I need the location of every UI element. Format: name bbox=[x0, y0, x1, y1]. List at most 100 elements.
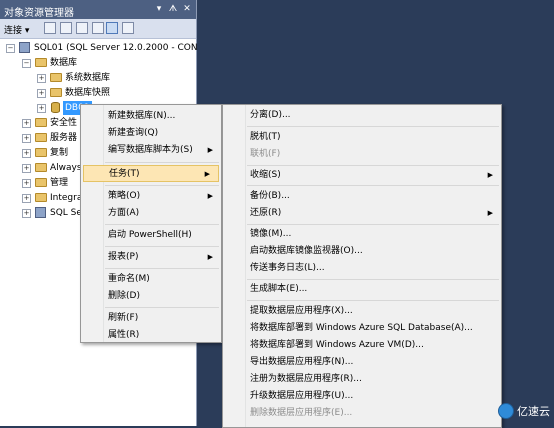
menu-separator bbox=[105, 307, 219, 308]
expand-icon[interactable]: + bbox=[22, 149, 31, 158]
filter-icon[interactable] bbox=[92, 22, 104, 34]
connect-button[interactable]: 连接 ▾ bbox=[4, 23, 29, 36]
menu-item-label: 备份(B)... bbox=[250, 191, 290, 201]
tree-node-label: 服务器 bbox=[50, 133, 78, 143]
menu-item-label: 报表(P) bbox=[108, 252, 139, 262]
menu-item-label: 注册为数据层应用程序(R)... bbox=[250, 374, 362, 384]
menu-item-bring-online[interactable]: 联机(F) bbox=[223, 146, 501, 163]
menu-item-policies[interactable]: 策略(O) ▶ bbox=[81, 188, 221, 205]
database-context-menu: 新建数据库(N)... 新建查询(Q) 编写数据库脚本为(S) ▶ 任务(T) … bbox=[80, 104, 222, 343]
menu-item-label: 属性(R) bbox=[108, 330, 140, 340]
pin-icon[interactable]: ᗑ bbox=[168, 3, 178, 15]
menu-separator bbox=[247, 165, 499, 166]
menu-item-shrink[interactable]: 收缩(S) ▶ bbox=[223, 167, 501, 184]
menu-item-detach[interactable]: 分离(D)... bbox=[223, 107, 501, 124]
expand-icon[interactable]: + bbox=[22, 179, 31, 188]
yisu-logo-icon bbox=[498, 403, 514, 419]
collapse-icon[interactable]: − bbox=[6, 44, 15, 53]
menu-item-rename[interactable]: 重命名(M) bbox=[81, 271, 221, 288]
object-explorer-title: 对象资源管理器 bbox=[4, 8, 74, 19]
menu-item-label: 任务(T) bbox=[109, 169, 140, 179]
menu-item-new-query[interactable]: 新建查询(Q) bbox=[81, 125, 221, 142]
menu-item-label: 启动 PowerShell(H) bbox=[108, 230, 192, 240]
expand-icon[interactable]: + bbox=[37, 89, 46, 98]
menu-separator bbox=[247, 126, 499, 127]
menu-item-mirror[interactable]: 镜像(M)... bbox=[223, 226, 501, 243]
menu-item-label: 镜像(M)... bbox=[250, 229, 292, 239]
menu-item-generate-scripts[interactable]: 生成脚本(E)... bbox=[223, 281, 501, 298]
submenu-arrow-icon: ▶ bbox=[204, 170, 210, 178]
folder-icon bbox=[35, 148, 47, 157]
menu-separator bbox=[247, 300, 499, 301]
menu-item-label: 启动数据库镜像监视器(O)... bbox=[250, 246, 363, 256]
collapse-icon[interactable]: − bbox=[22, 59, 31, 68]
expand-icon[interactable]: + bbox=[22, 209, 31, 218]
menu-item-facets[interactable]: 方面(A) bbox=[81, 205, 221, 222]
expand-icon[interactable]: + bbox=[22, 194, 31, 203]
menu-item-label: 删除(D) bbox=[108, 291, 140, 301]
menu-item-properties[interactable]: 属性(R) bbox=[81, 327, 221, 344]
menu-item-new-database[interactable]: 新建数据库(N)... bbox=[81, 108, 221, 125]
folder-icon bbox=[35, 178, 47, 187]
folder-icon bbox=[35, 133, 47, 142]
tree-node-label: 管理 bbox=[50, 178, 69, 188]
menu-item-script-database-as[interactable]: 编写数据库脚本为(S) ▶ bbox=[81, 142, 221, 159]
tree-node-label: Integra bbox=[50, 193, 83, 203]
menu-item-deploy-azure-sql-database[interactable]: 将数据库部署到 Windows Azure SQL Database(A)... bbox=[223, 320, 501, 337]
folder-icon bbox=[35, 163, 47, 172]
menu-item-label: 脱机(T) bbox=[250, 132, 281, 142]
expand-icon[interactable]: + bbox=[37, 104, 46, 113]
menu-separator bbox=[105, 246, 219, 247]
menu-item-take-offline[interactable]: 脱机(T) bbox=[223, 129, 501, 146]
tree-node-server[interactable]: − SQL01 (SQL Server 12.0.2000 - CON bbox=[6, 41, 198, 55]
menu-item-label: 传送事务日志(L)... bbox=[250, 263, 325, 273]
tree-node-label: SQL01 (SQL Server 12.0.2000 - CON bbox=[34, 43, 198, 53]
refresh-icon[interactable] bbox=[106, 22, 118, 34]
menu-item-start-powershell[interactable]: 启动 PowerShell(H) bbox=[81, 227, 221, 244]
tree-node-label: SQL Se bbox=[50, 208, 82, 218]
submenu-arrow-icon: ▶ bbox=[487, 209, 493, 217]
connect-server-icon[interactable] bbox=[44, 22, 56, 34]
menu-item-deploy-azure-vm[interactable]: 将数据库部署到 Windows Azure VM(D)... bbox=[223, 337, 501, 354]
expand-icon[interactable]: + bbox=[37, 74, 46, 83]
expand-icon[interactable]: + bbox=[22, 164, 31, 173]
menu-item-refresh[interactable]: 刷新(F) bbox=[81, 310, 221, 327]
menu-item-backup[interactable]: 备份(B)... bbox=[223, 188, 501, 205]
close-icon[interactable]: ✕ bbox=[182, 3, 192, 15]
database-icon bbox=[51, 102, 60, 113]
disconnect-icon[interactable] bbox=[60, 22, 72, 34]
folder-icon bbox=[50, 88, 62, 97]
tree-node-label: 复制 bbox=[50, 148, 69, 158]
menu-separator bbox=[247, 185, 499, 186]
menu-item-restore[interactable]: 还原(R) ▶ bbox=[223, 205, 501, 222]
menu-item-export-data-tier-app[interactable]: 导出数据层应用程序(N)... bbox=[223, 354, 501, 371]
submenu-arrow-icon: ▶ bbox=[207, 192, 213, 200]
stop-icon[interactable] bbox=[76, 22, 88, 34]
activity-monitor-icon[interactable] bbox=[122, 22, 134, 34]
expand-icon[interactable]: + bbox=[22, 119, 31, 128]
menu-item-label: 策略(O) bbox=[108, 191, 141, 201]
menu-item-register-data-tier-app[interactable]: 注册为数据层应用程序(R)... bbox=[223, 371, 501, 388]
dropdown-icon[interactable]: ▾ bbox=[154, 3, 164, 15]
menu-item-extract-data-tier-app[interactable]: 提取数据层应用程序(X)... bbox=[223, 303, 501, 320]
menu-item-tasks[interactable]: 任务(T) ▶ bbox=[83, 165, 219, 182]
folder-icon bbox=[35, 58, 47, 67]
menu-separator bbox=[105, 185, 219, 186]
object-explorer-titlebar: 对象资源管理器 ▾ ᗑ ✕ bbox=[0, 0, 196, 19]
menu-item-label: 将数据库部署到 Windows Azure VM(D)... bbox=[250, 340, 424, 350]
menu-item-ship-transaction-logs[interactable]: 传送事务日志(L)... bbox=[223, 260, 501, 277]
menu-item-label: 联机(F) bbox=[250, 149, 281, 159]
object-explorer-toolbar: 连接 ▾ bbox=[0, 19, 196, 39]
submenu-arrow-icon: ▶ bbox=[487, 171, 493, 179]
menu-item-launch-mirroring-monitor[interactable]: 启动数据库镜像监视器(O)... bbox=[223, 243, 501, 260]
submenu-arrow-icon: ▶ bbox=[207, 146, 213, 154]
menu-item-delete-data-tier-app[interactable]: 删除数据层应用程序(E)... bbox=[223, 405, 501, 422]
tasks-submenu: 分离(D)... 脱机(T) 联机(F) 收缩(S) ▶ 备份(B)... 还原… bbox=[222, 104, 502, 428]
menu-separator bbox=[247, 279, 499, 280]
menu-separator bbox=[105, 268, 219, 269]
menu-item-reports[interactable]: 报表(P) ▶ bbox=[81, 249, 221, 266]
server-icon bbox=[19, 42, 30, 53]
menu-item-upgrade-data-tier-app[interactable]: 升级数据层应用程序(U)... bbox=[223, 388, 501, 405]
expand-icon[interactable]: + bbox=[22, 134, 31, 143]
menu-item-delete[interactable]: 删除(D) bbox=[81, 288, 221, 305]
